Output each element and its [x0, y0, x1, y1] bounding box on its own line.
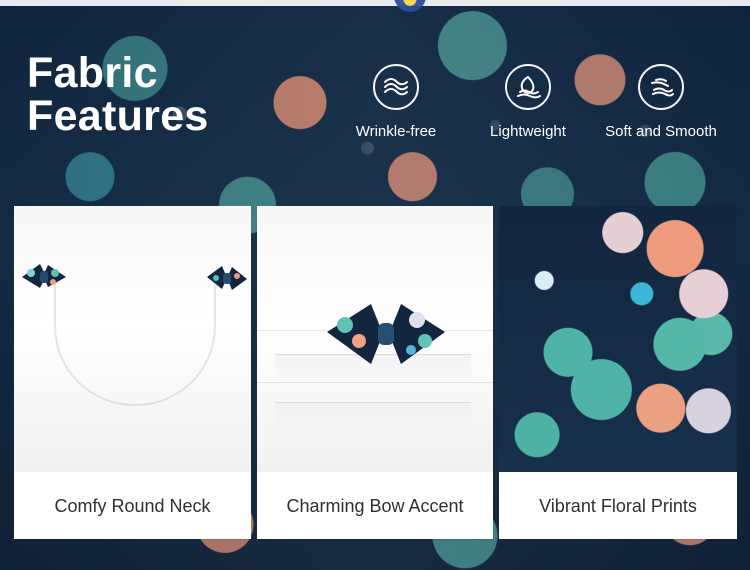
floral-prints-image: [499, 206, 737, 472]
feature-label-lightweight: Lightweight: [490, 123, 566, 140]
product-banner: Fabric Features Wrinkle-free Lightweight: [0, 0, 750, 570]
title-line-1: Fabric: [27, 49, 158, 97]
ruffle-bottom: [275, 402, 471, 431]
title-line-2: Features: [27, 92, 209, 140]
feature-soft-smooth: Soft and Smooth: [591, 64, 731, 141]
page-title: Fabric Features: [27, 52, 209, 138]
caption-round-neck: Comfy Round Neck: [54, 495, 211, 516]
caption-floral-prints: Vibrant Floral Prints: [539, 495, 697, 516]
top-ornament: [394, 0, 426, 12]
top-strip: [0, 0, 750, 6]
left-bow-icon: [22, 264, 66, 288]
feature-card-round-neck: Comfy Round Neck: [14, 206, 251, 539]
feature-wrinkle-free: Wrinkle-free: [326, 64, 466, 141]
feature-label-wrinkle-free: Wrinkle-free: [355, 123, 437, 140]
round-neck-image: [14, 206, 251, 472]
soft-smooth-icon: [638, 64, 684, 110]
feature-card-bow-accent: Charming Bow Accent: [257, 206, 493, 539]
lightweight-icon: [505, 64, 551, 110]
feature-lightweight: Lightweight: [458, 64, 598, 141]
neckline-shape: [54, 284, 216, 406]
right-bow-icon: [207, 266, 247, 290]
wrinkle-free-icon: [373, 64, 419, 110]
center-bow-icon: [327, 304, 445, 364]
feature-label-soft-smooth: Soft and Smooth: [605, 123, 717, 140]
bow-accent-image: [257, 206, 493, 472]
feature-card-floral-prints: Vibrant Floral Prints: [499, 206, 737, 539]
caption-bow-accent: Charming Bow Accent: [286, 495, 464, 516]
